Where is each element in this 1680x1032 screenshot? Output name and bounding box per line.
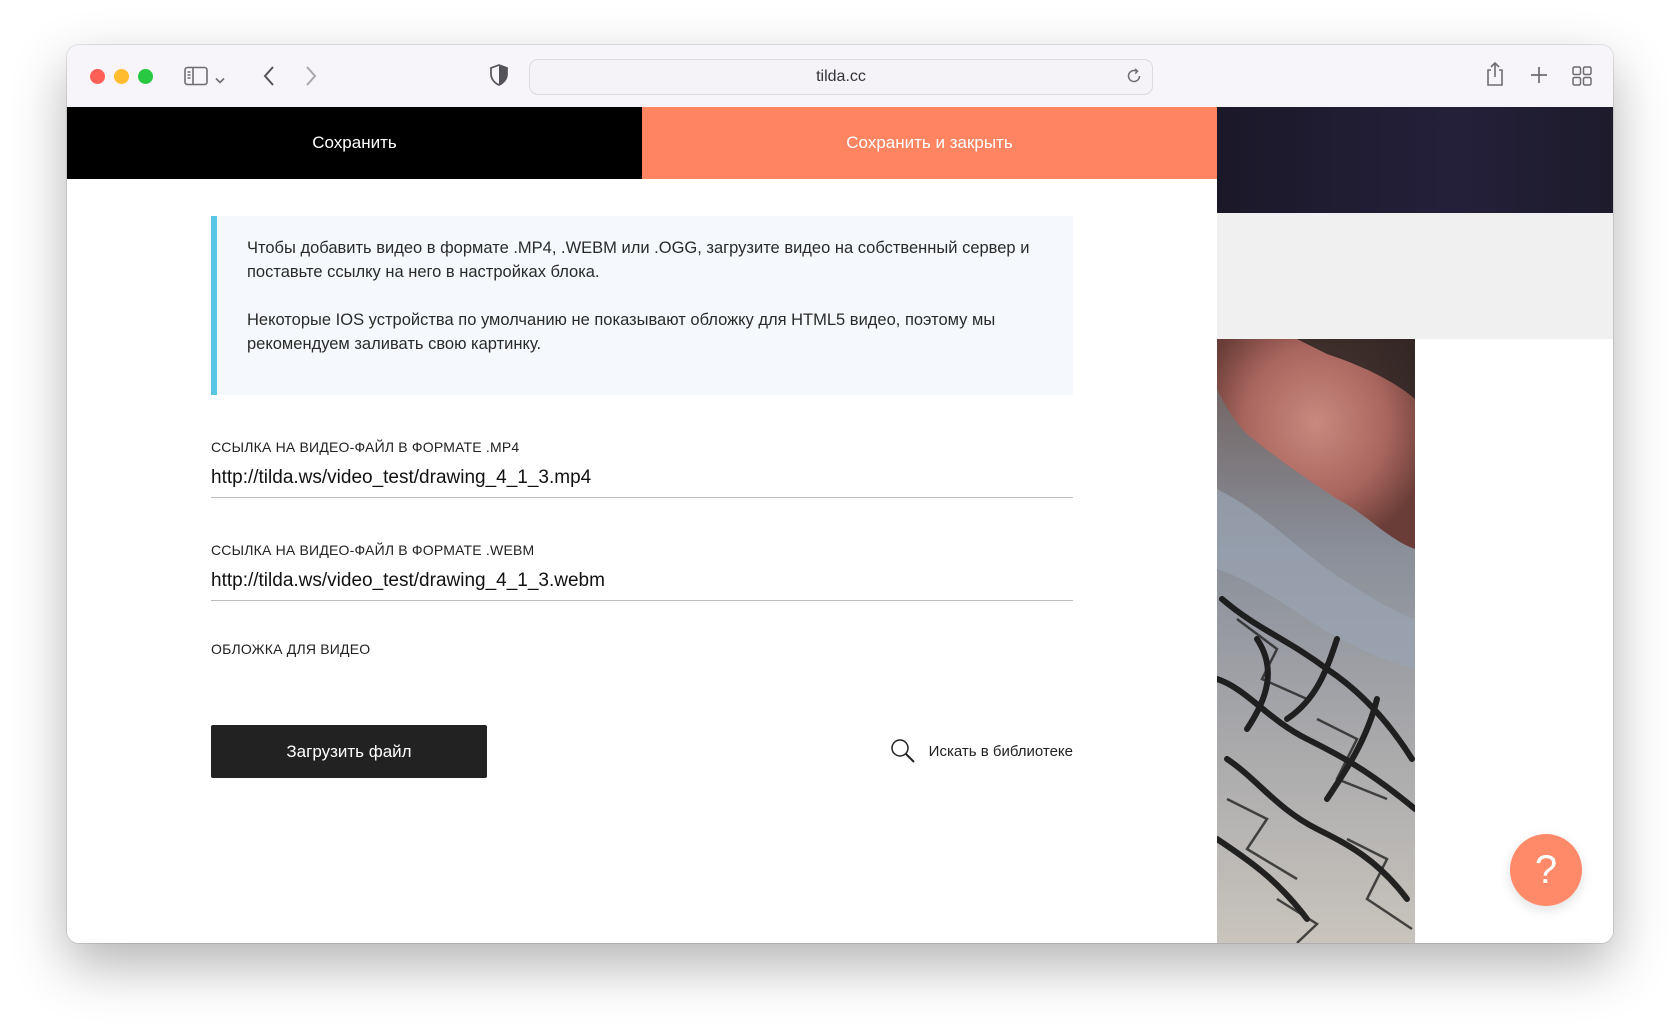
upload-file-button[interactable]: Загрузить файл xyxy=(211,725,487,778)
search-icon xyxy=(890,739,915,763)
chevron-right-icon[interactable] xyxy=(304,65,318,92)
info-notice: Чтобы добавить видео в формате .MP4, .WE… xyxy=(211,216,1073,395)
mp4-url-input[interactable] xyxy=(211,459,1073,498)
webm-url-input[interactable] xyxy=(211,562,1073,601)
save-and-close-button[interactable]: Сохранить и закрыть xyxy=(642,107,1217,179)
page-content: Сохранить Сохранить и закрыть Чтобы доба… xyxy=(67,107,1613,943)
video-still-image xyxy=(1217,339,1415,943)
url-text: tilda.cc xyxy=(816,68,866,85)
chevron-down-icon[interactable] xyxy=(215,72,225,90)
shield-icon[interactable] xyxy=(490,64,508,91)
preview-header-block xyxy=(1217,107,1613,213)
block-preview xyxy=(1217,107,1613,943)
save-button[interactable]: Сохранить xyxy=(67,107,642,179)
cover-field-label: ОБЛОЖКА ДЛЯ ВИДЕО xyxy=(211,641,371,657)
help-button[interactable]: ? xyxy=(1510,834,1582,906)
minimize-window-button[interactable] xyxy=(114,69,129,84)
close-window-button[interactable] xyxy=(90,69,105,84)
share-icon[interactable] xyxy=(1485,61,1505,92)
sidebar-icon[interactable] xyxy=(184,66,208,91)
search-library-link[interactable]: Искать в библиотеке xyxy=(889,735,1073,767)
video-settings-panel: Сохранить Сохранить и закрыть Чтобы доба… xyxy=(67,107,1217,943)
mp4-field-label: ССЫЛКА НА ВИДЕО-ФАЙЛ В ФОРМАТЕ .MP4 xyxy=(211,439,520,455)
chevron-left-icon[interactable] xyxy=(262,65,276,92)
notice-paragraph-ios: Некоторые IOS устройства по умолчанию не… xyxy=(247,311,996,353)
tab-grid-icon[interactable] xyxy=(1572,66,1592,91)
browser-window: tilda.cc Сохранить Сохранить и закрыть Ч… xyxy=(67,45,1613,943)
notice-paragraph-formats: Чтобы добавить видео в формате .MP4, .WE… xyxy=(247,239,1030,281)
browser-toolbar: tilda.cc xyxy=(67,45,1613,108)
address-bar[interactable]: tilda.cc xyxy=(529,59,1153,95)
plus-icon[interactable] xyxy=(1530,66,1548,89)
zoom-window-button[interactable] xyxy=(138,69,153,84)
webm-field-label: ССЫЛКА НА ВИДЕО-ФАЙЛ В ФОРМАТЕ .WEBM xyxy=(211,542,535,558)
search-library-label: Искать в библиотеке xyxy=(928,742,1073,760)
reload-icon[interactable] xyxy=(1126,68,1142,89)
video-preview-frame xyxy=(1217,339,1415,943)
